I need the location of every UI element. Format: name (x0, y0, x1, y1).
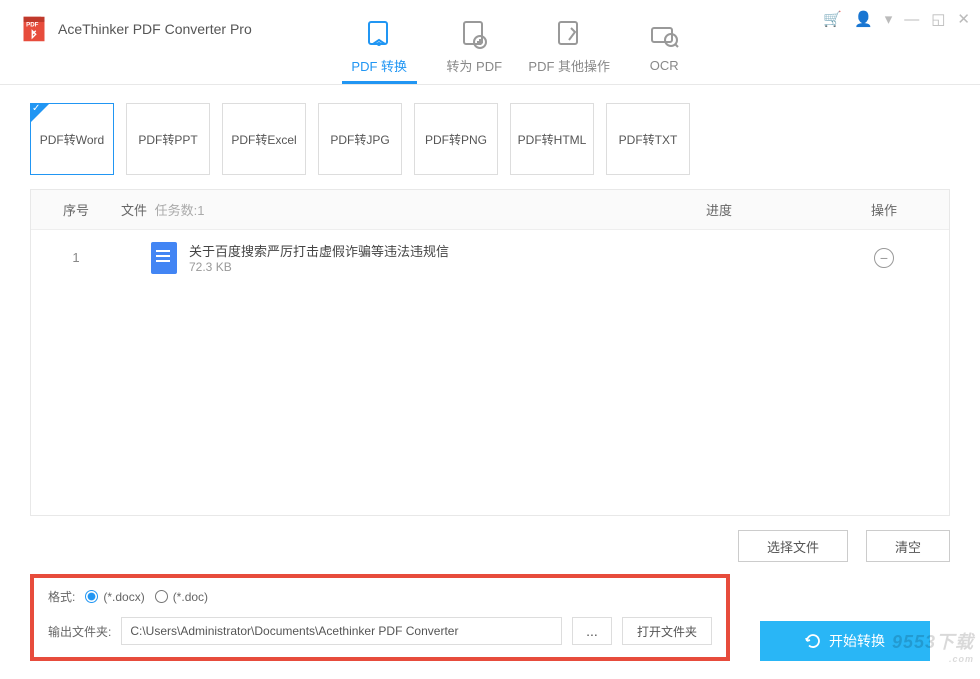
app-title: AceThinker PDF Converter Pro (58, 21, 252, 37)
format-line: 格式: (*.docx) (*.doc) (48, 588, 712, 605)
task-count: 任务数:1 (151, 203, 205, 218)
start-convert-button[interactable]: 开始转换 (760, 621, 930, 661)
pdf-convert-icon (363, 18, 395, 50)
to-pdf-icon (458, 18, 490, 50)
svg-text:PDF: PDF (26, 21, 38, 28)
doc-icon (151, 242, 177, 274)
tab-label: PDF 其他操作 (528, 56, 610, 75)
table-row: 1 关于百度搜索严厉打击虚假诈骗等违法违规信 72.3 KB − (31, 230, 949, 285)
radio-docx[interactable]: (*.docx) (85, 590, 144, 604)
col-header-action: 操作 (819, 200, 949, 219)
row-action: − (819, 248, 949, 268)
dropdown-icon[interactable]: ▾ (885, 10, 893, 28)
format-tiles-row: PDF转Word PDF转PPT PDF转Excel PDF转JPG PDF转P… (0, 85, 980, 189)
output-label: 输出文件夹: (48, 623, 111, 640)
header: PDF AceThinker PDF Converter Pro PDF 转换 … (0, 0, 980, 85)
col-header-index: 序号 (31, 200, 121, 219)
radio-doc-input[interactable] (155, 590, 168, 603)
blank-area (31, 285, 949, 515)
tab-label: 转为 PDF (446, 56, 502, 75)
col-header-file: 文件 任务数:1 (121, 200, 619, 219)
format-tile-jpg[interactable]: PDF转JPG (318, 103, 402, 175)
radio-doc[interactable]: (*.doc) (155, 590, 208, 604)
filename: 关于百度搜索严厉打击虚假诈骗等违法违规信 (189, 241, 449, 260)
tab-pdf-other[interactable]: PDF 其他操作 (522, 0, 617, 84)
tab-ocr[interactable]: OCR (617, 0, 712, 84)
user-icon[interactable]: 👤 (854, 10, 873, 28)
window-controls: 🛒 👤 ▾ — ◱ ✕ (823, 10, 970, 28)
format-tile-word[interactable]: PDF转Word (30, 103, 114, 175)
logo-area: PDF AceThinker PDF Converter Pro (0, 0, 272, 58)
app-logo-icon: PDF (20, 15, 48, 43)
select-file-button[interactable]: 选择文件 (738, 530, 848, 562)
table-header: 序号 文件 任务数:1 进度 操作 (31, 190, 949, 230)
cart-icon[interactable]: 🛒 (823, 10, 842, 28)
file-info: 关于百度搜索严厉打击虚假诈骗等违法违规信 72.3 KB (189, 241, 449, 274)
minimize-icon[interactable]: — (904, 11, 919, 28)
format-tile-txt[interactable]: PDF转TXT (606, 103, 690, 175)
ocr-icon (648, 20, 680, 52)
format-tile-ppt[interactable]: PDF转PPT (126, 103, 210, 175)
row-index: 1 (31, 250, 121, 265)
settings-box: 格式: (*.docx) (*.doc) 输出文件夹: ... 打开文件夹 (30, 574, 730, 661)
output-line: 输出文件夹: ... 打开文件夹 (48, 617, 712, 645)
remove-button[interactable]: − (874, 248, 894, 268)
tab-label: PDF 转换 (351, 56, 407, 75)
browse-button[interactable]: ... (572, 617, 612, 645)
open-folder-button[interactable]: 打开文件夹 (622, 617, 712, 645)
maximize-icon[interactable]: ◱ (931, 10, 945, 28)
filesize: 72.3 KB (189, 260, 449, 274)
tab-label: OCR (650, 58, 679, 73)
bottom-panel: 格式: (*.docx) (*.doc) 输出文件夹: ... 打开文件夹 开始… (0, 574, 980, 679)
clear-button[interactable]: 清空 (866, 530, 950, 562)
action-buttons: 选择文件 清空 (0, 516, 980, 574)
format-tile-png[interactable]: PDF转PNG (414, 103, 498, 175)
format-label: 格式: (48, 588, 75, 605)
file-cell: 关于百度搜索严厉打击虚假诈骗等违法违规信 72.3 KB (121, 241, 619, 274)
pdf-other-icon (553, 18, 585, 50)
output-path-input[interactable] (121, 617, 562, 645)
refresh-icon (805, 633, 821, 649)
col-header-progress: 进度 (619, 200, 819, 219)
radio-docx-input[interactable] (85, 590, 98, 603)
close-icon[interactable]: ✕ (957, 10, 970, 28)
file-table: 序号 文件 任务数:1 进度 操作 1 关于百度搜索严厉打击虚假诈骗等违法违规信… (30, 189, 950, 516)
format-tile-excel[interactable]: PDF转Excel (222, 103, 306, 175)
tab-to-pdf[interactable]: 转为 PDF (427, 0, 522, 84)
format-tile-html[interactable]: PDF转HTML (510, 103, 594, 175)
tab-pdf-convert[interactable]: PDF 转换 (332, 0, 427, 84)
main-tabs: PDF 转换 转为 PDF PDF 其他操作 OCR (332, 0, 712, 84)
